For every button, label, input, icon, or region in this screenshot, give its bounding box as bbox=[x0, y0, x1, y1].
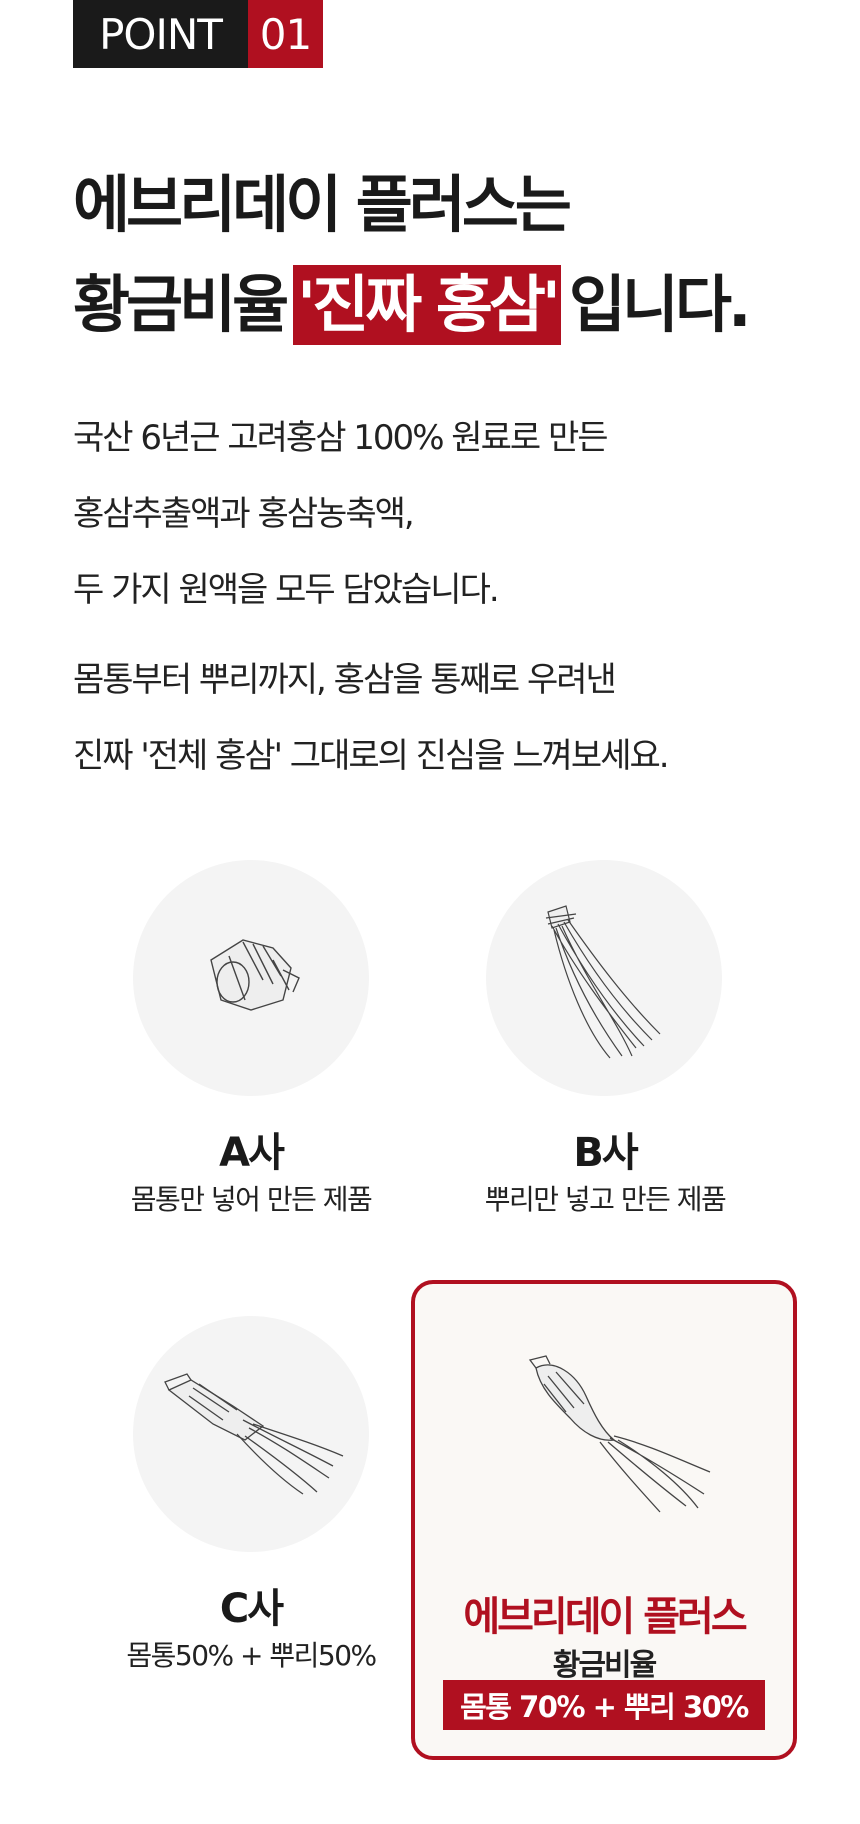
product-a-title: A사 bbox=[219, 1130, 285, 1176]
product-b-title: B사 bbox=[573, 1130, 638, 1176]
description-line: 국산 6년근 고려홍삼 100% 원료로 만든 bbox=[73, 418, 609, 458]
product-b-subtitle: 뿌리만 넣고 만든 제품 bbox=[484, 1183, 727, 1216]
our-product-card: 에브리데이 플러스 황금비율 몸통 70% + 뿌리 30% bbox=[411, 1280, 797, 1760]
headline: 에브리데이 플러스는 황금비율 '진짜 홍삼' 입니다. bbox=[73, 155, 752, 355]
product-b-image bbox=[486, 860, 722, 1096]
description-paragraph-1: 국산 6년근 고려홍삼 100% 원료로 만든 홍삼추출액과 홍삼농축액, 두 … bbox=[73, 400, 609, 628]
headline-highlight: '진짜 홍삼' bbox=[293, 265, 561, 345]
our-product-title: 에브리데이 플러스 bbox=[463, 1594, 747, 1640]
headline-line-2-before: 황금비율 bbox=[73, 268, 289, 341]
headline-line-2-after: 입니다. bbox=[568, 268, 752, 341]
description-line: 홍삼추출액과 홍삼농축액, bbox=[73, 494, 415, 534]
badge-number: 01 bbox=[248, 0, 323, 68]
headline-line-2: 황금비율 '진짜 홍삼' 입니다. bbox=[73, 255, 752, 355]
ginseng-whole-icon bbox=[528, 1355, 711, 1513]
badge-label: POINT bbox=[73, 0, 248, 68]
description-line: 두 가지 원액을 모두 담았습니다. bbox=[73, 570, 500, 610]
description-paragraph-2: 몸통부터 뿌리까지, 홍삼을 통째로 우려낸 진짜 '전체 홍삼' 그대로의 진… bbox=[73, 642, 670, 794]
ginseng-root-icon bbox=[545, 905, 661, 1059]
product-c-image bbox=[133, 1316, 369, 1552]
product-c-subtitle: 몸통50% + 뿌리50% bbox=[126, 1639, 377, 1672]
our-product-ratio: 몸통 70% + 뿌리 30% bbox=[443, 1680, 765, 1730]
product-a-image bbox=[133, 860, 369, 1096]
ginseng-body-icon bbox=[210, 939, 300, 1011]
our-product-subtitle: 황금비율 bbox=[552, 1648, 657, 1683]
headline-line-1: 에브리데이 플러스는 bbox=[73, 168, 572, 241]
ginseng-half-icon bbox=[164, 1373, 344, 1495]
point-badge: POINT 01 bbox=[73, 0, 323, 68]
description-line: 진짜 '전체 홍삼' 그대로의 진심을 느껴보세요. bbox=[73, 736, 670, 776]
product-c-title: C사 bbox=[219, 1586, 284, 1632]
description-line: 몸통부터 뿌리까지, 홍삼을 통째로 우려낸 bbox=[73, 660, 617, 700]
product-a-subtitle: 몸통만 넣어 만든 제품 bbox=[130, 1183, 373, 1216]
